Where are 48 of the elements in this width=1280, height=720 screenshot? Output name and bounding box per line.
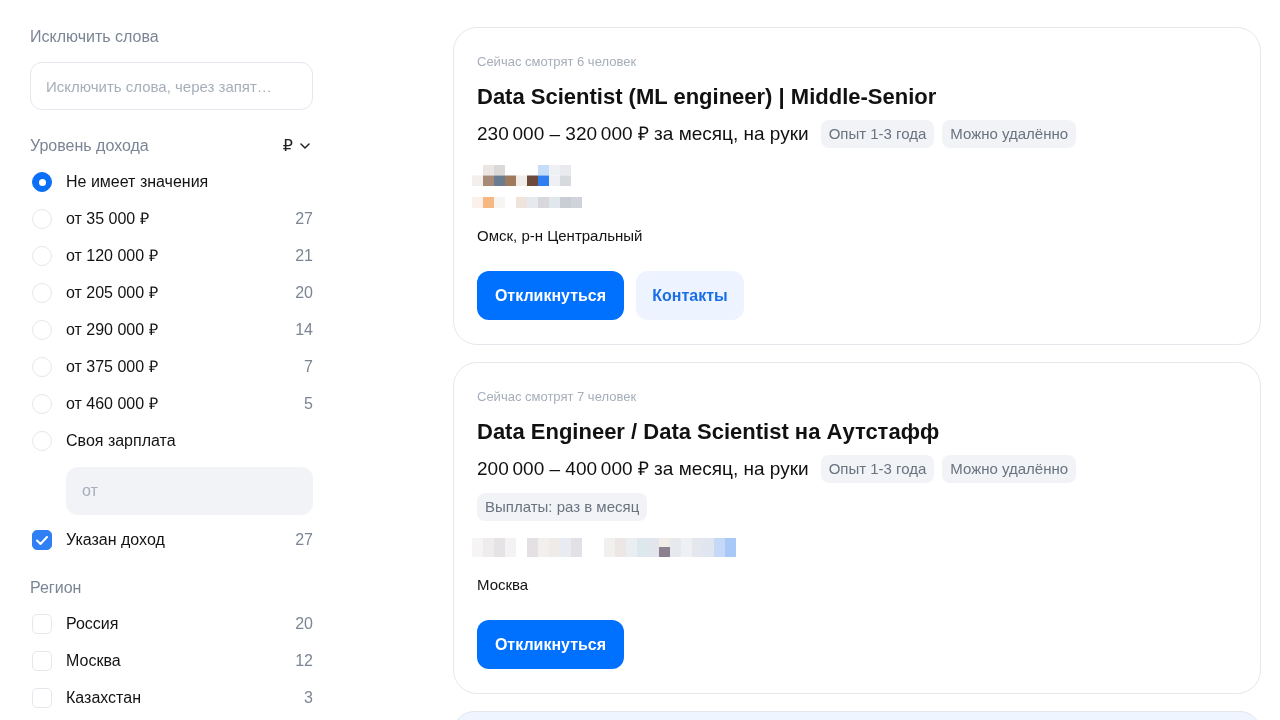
exclude-words-field[interactable]: Исключить слова, через запят… [30, 62, 313, 110]
section-label: Исключить слова [30, 27, 160, 47]
contacts-button[interactable]: Контакты [636, 271, 744, 320]
option-count: 27 [295, 209, 313, 229]
vacancy-tag: Опыт 1-3 года [820, 455, 935, 483]
section-label: Уровень дохода [30, 136, 149, 156]
option-count: 27 [295, 530, 313, 550]
viewers-count: Сейчас смотрят 7 человек [477, 389, 637, 405]
option-label[interactable]: Москва [66, 651, 296, 671]
vacancy-tag: Можно удалённо [942, 120, 1077, 148]
vacancy-tag: Можно удалённо [942, 455, 1077, 483]
checkmark-icon [36, 535, 48, 545]
option-count: 5 [304, 394, 313, 414]
option-count: 7 [304, 357, 313, 377]
location-text: Москва [477, 575, 529, 595]
option-count: 20 [295, 283, 313, 303]
vacancy-title[interactable]: Data Engineer / Data Scientist на Аутстафф [477, 417, 940, 447]
respond-button[interactable]: Откликнуться [477, 620, 624, 669]
option-label[interactable]: Не имеет значения [66, 172, 313, 192]
option-label[interactable]: от 375 000 ₽ [66, 357, 305, 377]
custom-salary-field[interactable]: от [66, 467, 313, 515]
location-text: Омск, р-н Центральный [477, 226, 643, 246]
vacancy-tag: Выплаты: раз в месяц [477, 493, 648, 521]
vacancy-title[interactable]: Data Scientist (ML engineer) | Middle-Senior [477, 82, 937, 112]
option-label[interactable]: от 460 000 ₽ [66, 394, 305, 414]
currency-select[interactable]: ₽ [282, 136, 313, 156]
section-label: Регион [30, 578, 83, 598]
vacancy-tag: Опыт 1-3 года [820, 120, 935, 148]
viewers-count: Сейчас смотрят 6 человек [477, 54, 637, 70]
salary-text: 200 000 – 400 000 ₽ за месяц, на руки [477, 457, 809, 481]
option-label[interactable]: Россия [66, 614, 296, 634]
respond-button[interactable]: Откликнуться [477, 271, 624, 320]
salary-text: 230 000 – 320 000 ₽ за месяц, на руки [477, 122, 809, 146]
option-count: 3 [304, 688, 313, 708]
option-label[interactable]: Указан доход [66, 530, 296, 550]
option-count: 20 [295, 614, 313, 634]
checkbox[interactable] [32, 530, 52, 550]
option-count: 12 [295, 651, 313, 671]
option-label[interactable]: от 120 000 ₽ [66, 246, 296, 266]
option-count: 14 [295, 320, 313, 340]
option-label[interactable]: от 290 000 ₽ [66, 320, 296, 340]
radio-button[interactable] [32, 172, 52, 192]
option-label[interactable]: Казахстан [66, 688, 305, 708]
option-label[interactable]: от 205 000 ₽ [66, 283, 296, 303]
option-count: 21 [295, 246, 313, 266]
chevron-down-icon [300, 143, 310, 149]
option-label[interactable]: от 35 000 ₽ [66, 209, 296, 229]
option-label[interactable]: Своя зарплата [66, 431, 313, 451]
